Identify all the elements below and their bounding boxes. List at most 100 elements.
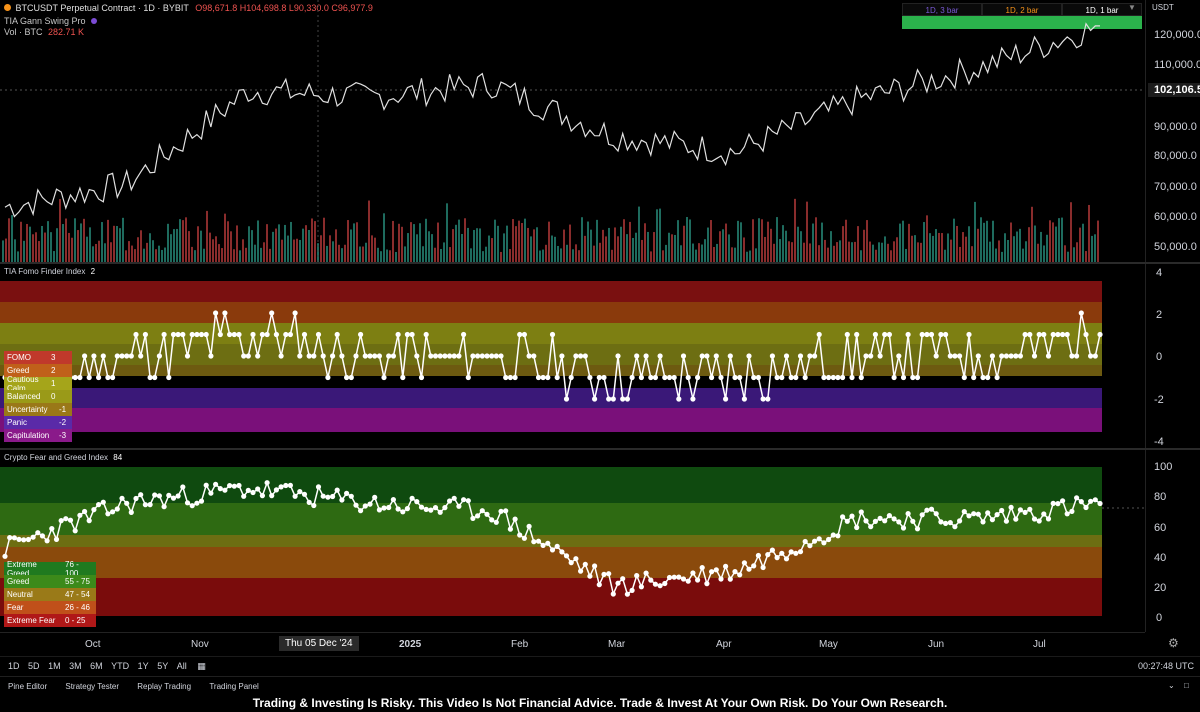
fomo-point: [994, 374, 1000, 381]
fng-point: [447, 498, 453, 504]
volume-bar: [710, 220, 712, 262]
range-ytd[interactable]: YTD: [111, 661, 129, 671]
tab-replay-trading[interactable]: Replay Trading: [137, 682, 191, 691]
maximize-icon[interactable]: □: [1184, 681, 1189, 690]
volume-bar: [32, 234, 34, 262]
fng-point: [966, 513, 972, 519]
tab-pine-editor[interactable]: Pine Editor: [8, 682, 47, 691]
tab-strategy-tester[interactable]: Strategy Tester: [65, 682, 119, 691]
fng-point: [657, 583, 663, 589]
fomo-chart[interactable]: [0, 264, 1145, 448]
settings-gear-icon[interactable]: ⚙: [1168, 636, 1179, 650]
fomo-point: [1074, 353, 1080, 359]
volume-bar: [719, 231, 721, 262]
volume-bar: [143, 248, 145, 262]
utc-clock[interactable]: 00:27:48 UTC: [1138, 661, 1194, 671]
fng-point: [311, 502, 317, 509]
fomo-point: [980, 374, 986, 381]
fng-point: [676, 574, 682, 580]
volume-bar: [197, 226, 199, 262]
volume-bar: [134, 249, 136, 262]
volume-bar: [53, 251, 55, 262]
range-5y[interactable]: 5Y: [157, 661, 168, 671]
currency-label: USDT: [1152, 3, 1174, 12]
fng-point: [82, 508, 88, 515]
volume-bar: [935, 229, 937, 262]
price-tick-5: 70,000.0: [1154, 181, 1197, 193]
tab-trading-panel[interactable]: Trading Panel: [209, 682, 259, 691]
fng-point: [63, 516, 69, 522]
volume-bar: [569, 224, 571, 262]
volume-bar: [404, 246, 406, 262]
fomo-point: [330, 353, 336, 359]
volume-bar: [929, 233, 931, 262]
volume-bar: [758, 218, 760, 262]
fomo-point: [507, 374, 513, 381]
fomo-point: [699, 353, 705, 359]
fng-chart[interactable]: [0, 450, 1145, 632]
volume-bar: [728, 234, 730, 262]
fng-point: [695, 577, 701, 583]
range-1m[interactable]: 1M: [48, 661, 61, 671]
fng-point: [49, 526, 55, 532]
chevron-down-icon[interactable]: ▼: [1128, 3, 1136, 12]
volume-bar: [674, 234, 676, 262]
fng-axis[interactable]: 100 80 60 40 20 0: [1145, 450, 1200, 632]
volume-bar: [1022, 248, 1024, 262]
volume-bar: [1031, 206, 1033, 262]
fomo-point: [765, 396, 771, 402]
range-5d[interactable]: 5D: [28, 661, 40, 671]
volume-bar: [959, 246, 961, 262]
fng-point: [826, 536, 832, 543]
volume-bar: [764, 236, 766, 262]
range-3m[interactable]: 3M: [69, 661, 82, 671]
fng-point: [671, 574, 677, 580]
volume-bar: [1070, 202, 1072, 262]
fng-point: [147, 502, 153, 508]
range-1y[interactable]: 1Y: [138, 661, 149, 671]
volume-bar: [848, 241, 850, 262]
volume-bar: [179, 219, 181, 262]
chevron-down-icon[interactable]: ⌄: [1168, 681, 1175, 690]
volume-bar: [911, 235, 913, 262]
fomo-point: [723, 396, 729, 402]
fng-point: [933, 511, 939, 517]
fng-point: [610, 591, 616, 597]
fng-point: [498, 508, 504, 514]
volume-bar: [596, 219, 598, 262]
date-range-icon[interactable]: ▦: [197, 661, 206, 672]
fomo-point: [147, 374, 153, 381]
fomo-point: [568, 374, 574, 381]
time-axis[interactable]: Oct Nov Thu 05 Dec '24 2025 Feb Mar Apr …: [0, 632, 1145, 655]
range-1d[interactable]: 1D: [8, 661, 20, 671]
fng-point: [989, 517, 996, 523]
range-all[interactable]: All: [177, 661, 187, 671]
fomo-point: [128, 353, 134, 359]
fng-point: [372, 494, 378, 500]
fomo-point: [414, 353, 420, 359]
fng-legend-label-1: Greed: [7, 577, 30, 586]
fomo-point: [952, 353, 958, 359]
fomo-legend-label-3: Balanced: [7, 392, 41, 401]
fng-point: [390, 497, 396, 503]
range-6m[interactable]: 6M: [90, 661, 103, 671]
fomo-tick-1: 2: [1156, 309, 1163, 321]
fng-point: [919, 512, 925, 518]
volume-bar: [122, 217, 124, 262]
fomo-axis[interactable]: 4 2 0 -2 -4: [1145, 264, 1200, 448]
fng-point: [217, 486, 223, 492]
volume-bar: [632, 237, 634, 262]
fomo-point: [1060, 331, 1066, 338]
price-chart[interactable]: [0, 0, 1145, 262]
volume-bar: [383, 213, 385, 262]
fomo-panel-header[interactable]: TIA Fomo Finder Index 2: [4, 267, 95, 276]
price-axis[interactable]: USDT 120,000.0 110,000.0 102,106.5 90,00…: [1145, 0, 1200, 262]
fomo-point: [372, 353, 378, 359]
fomo-point: [152, 374, 158, 381]
fomo-point: [156, 353, 162, 359]
fng-panel-header[interactable]: Crypto Fear and Greed Index 84: [4, 453, 122, 462]
time-label-2025: 2025: [399, 639, 422, 650]
fng-point: [400, 509, 406, 515]
fng-point: [535, 538, 542, 544]
fomo-point: [587, 374, 593, 381]
